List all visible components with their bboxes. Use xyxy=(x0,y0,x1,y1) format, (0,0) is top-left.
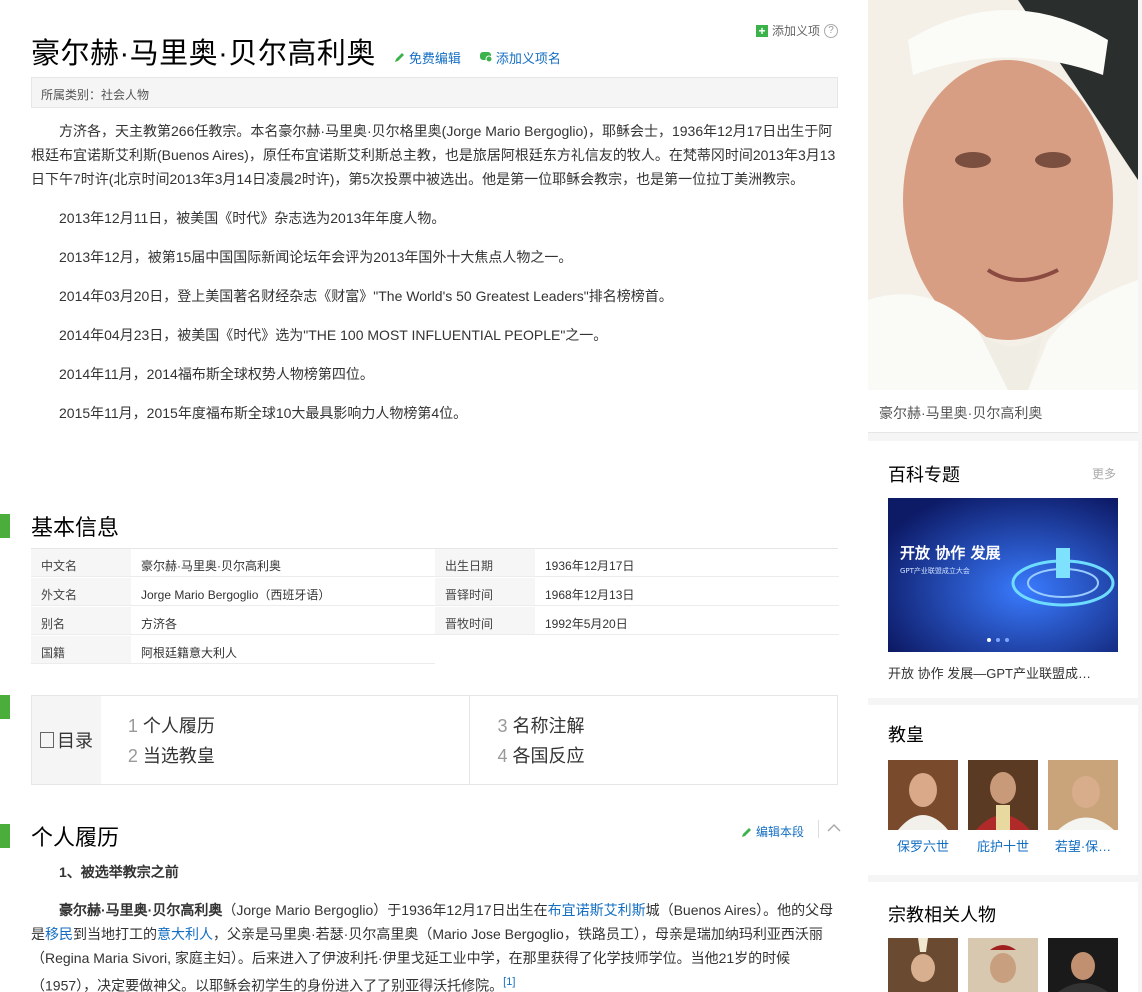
link-immigrant[interactable]: 移民 xyxy=(45,926,73,942)
info-value: 豪尔赫·马里奥·贝尔高利奥 xyxy=(131,549,435,577)
info-key: 晋铎时间 xyxy=(435,578,535,606)
toc-number: 1 xyxy=(127,716,138,736)
help-icon[interactable]: ? xyxy=(824,23,838,38)
info-row: 中文名 豪尔赫·马里奥·贝尔高利奥 出生日期 1936年12月17日 xyxy=(31,549,839,578)
add-name-link[interactable]: 添加义项名 xyxy=(479,48,561,67)
text-span: （Jorge Mario Bergoglio）于1936年12月17日出生在 xyxy=(222,902,548,918)
info-value: 方济各 xyxy=(131,607,435,635)
info-key: 国籍 xyxy=(31,636,131,664)
category-bar: 所属类别：社会人物 xyxy=(31,77,838,108)
subsection-title: 1、被选举教宗之前 xyxy=(59,864,179,880)
more-link[interactable]: 更多 xyxy=(1092,465,1116,482)
info-key: 晋牧时间 xyxy=(435,607,535,635)
main-content: 豪尔赫·马里奥·贝尔高利奥 免费编辑 添加义项名 + 添加义项 ? 所属类别：社… xyxy=(0,0,860,992)
pope-name[interactable]: 保罗六世 xyxy=(888,836,958,855)
section-title: 个人履历 xyxy=(31,825,120,850)
summary-item: 2013年12月11日，被美国《时代》杂志选为2013年年度人物。 xyxy=(59,210,446,226)
person-name: 豪尔赫·马里奥·贝尔高利奥 xyxy=(59,902,223,918)
table-of-contents: 目录 1 个人履历 2 当选教皇 3 名称注解 4 各国反应 xyxy=(31,695,838,785)
summary-lead: 方济各，天主教第266任教宗。本名豪尔赫·马里奥·贝尔格里奥(Jorge Mar… xyxy=(31,123,836,187)
citation-link[interactable]: [1] xyxy=(503,976,515,988)
toc-accent-bar xyxy=(0,695,10,719)
info-value: 1992年5月20日 xyxy=(535,607,839,635)
summary-item: 2014年11月，2014福布斯全球权势人物榜第四位。 xyxy=(59,366,374,382)
banner-headline: 开放 协作 发展 xyxy=(900,544,1000,562)
info-value: 1968年12月13日 xyxy=(535,578,839,606)
add-sense-link[interactable]: + 添加义项 ? xyxy=(755,22,838,39)
pope-name[interactable]: 若望·保… xyxy=(1048,836,1118,855)
panel-title: 百科专题 xyxy=(888,465,960,485)
career-paragraph: 豪尔赫·马里奥·贝尔高利奥（Jorge Mario Bergoglio）于193… xyxy=(31,898,838,992)
pope-name[interactable]: 庇护十世 xyxy=(968,836,1038,855)
text-span: 到当地打工的 xyxy=(73,926,157,942)
plus-icon: + xyxy=(755,24,768,37)
summary-item: 2013年12月，被第15届中国国际新闻论坛年会评为2013年国外十大焦点人物之… xyxy=(59,249,573,265)
page-title: 豪尔赫·马里奥·贝尔高利奥 xyxy=(31,38,376,70)
section-accent-bar xyxy=(0,514,10,538)
pencil-icon xyxy=(741,827,751,837)
toc-column: 1 个人履历 2 当选教皇 xyxy=(101,696,470,784)
info-value: 1936年12月17日 xyxy=(535,549,839,577)
toc-number: 2 xyxy=(127,746,138,766)
panel-title: 教皇 xyxy=(888,725,924,745)
section-title: 基本信息 xyxy=(31,515,120,540)
basic-info-table: 中文名 豪尔赫·马里奥·贝尔高利奥 出生日期 1936年12月17日 外文名 Jorg… xyxy=(31,548,839,665)
basic-info-heading: 基本信息 xyxy=(0,510,119,542)
info-key: 外文名 xyxy=(31,578,131,606)
free-edit-link[interactable]: 免费编辑 xyxy=(394,48,461,67)
link-buenos-aires[interactable]: 布宜诺斯艾利斯 xyxy=(548,902,646,918)
toc-item[interactable]: 3 名称注解 xyxy=(497,711,810,741)
edit-section-label: 编辑本段 xyxy=(755,825,804,839)
edit-section-link[interactable]: 编辑本段 xyxy=(741,823,804,840)
add-sense-label: 添加义项 xyxy=(771,24,820,38)
toc-item-label: 名称注解 xyxy=(512,716,585,736)
toc-number: 4 xyxy=(497,746,508,766)
title-row: 豪尔赫·马里奥·贝尔高利奥 免费编辑 添加义项名 xyxy=(31,30,561,72)
toc-label: 目录 xyxy=(32,696,101,784)
info-row: 国籍 阿根廷籍意大利人 xyxy=(31,636,838,665)
toc-item-label: 各国反应 xyxy=(512,746,585,766)
link-italian[interactable]: 意大利人 xyxy=(157,926,213,942)
info-row: 外文名 Jorge Mario Bergoglio（西班牙语） 晋铎时间 1968年… xyxy=(31,578,839,607)
add-name-label: 添加义项名 xyxy=(495,50,561,66)
chat-icon xyxy=(479,52,493,63)
pencil-icon xyxy=(394,53,404,62)
banner-subline: GPT产业联盟成立大会 xyxy=(900,566,970,575)
info-value: 阿根廷籍意大利人 xyxy=(131,636,435,664)
info-row: 别名 方济各 晋牧时间 1992年5月20日 xyxy=(31,607,839,636)
info-key: 别名 xyxy=(31,607,131,635)
summary-item: 2015年11月，2015年度福布斯全球10大最具影响力人物榜第4位。 xyxy=(59,405,468,421)
free-edit-label: 免费编辑 xyxy=(408,50,461,66)
sidebar: 豪尔赫·马里奥·贝尔高利奥 百科专题 更多 开放 协作 发展 GPT产业联盟成立… xyxy=(868,0,1142,992)
toc-item[interactable]: 2 当选教皇 xyxy=(128,741,443,771)
pope-thumb[interactable] xyxy=(888,760,958,830)
chevron-up-icon[interactable] xyxy=(818,820,841,838)
toc-label-text: 目录 xyxy=(56,731,93,751)
topic-banner[interactable]: 开放 协作 发展 GPT产业联盟成立大会 xyxy=(888,498,1118,652)
related-thumb[interactable] xyxy=(968,938,1038,992)
career-heading: 个人履历 xyxy=(0,820,119,852)
info-value: Jorge Mario Bergoglio（西班牙语） xyxy=(131,578,435,606)
summary-item: 2014年04月23日，被美国《时代》选为"THE 100 MOST INFLU… xyxy=(59,327,608,343)
summary-item: 2014年03月20日，登上美国著名财经杂志《财富》"The World's 5… xyxy=(59,288,673,304)
panel-title: 宗教相关人物 xyxy=(888,905,996,925)
portrait-image[interactable] xyxy=(868,0,1138,390)
document-icon xyxy=(39,732,54,748)
related-thumb[interactable] xyxy=(1048,938,1118,992)
related-thumb[interactable] xyxy=(888,938,958,992)
section-accent-bar xyxy=(0,824,10,848)
info-key: 出生日期 xyxy=(435,549,535,577)
pope-thumb[interactable] xyxy=(968,760,1038,830)
portrait-caption: 豪尔赫·马里奥·贝尔高利奥 xyxy=(868,390,1138,433)
toc-item-label: 当选教皇 xyxy=(142,746,215,766)
pope-thumb[interactable] xyxy=(1048,760,1118,830)
toc-column: 3 名称注解 4 各国反应 xyxy=(469,696,837,784)
toc-item[interactable]: 4 各国反应 xyxy=(497,741,810,771)
summary: 方济各，天主教第266任教宗。本名豪尔赫·马里奥·贝尔格里奥(Jorge Mar… xyxy=(31,119,838,440)
banner-caption[interactable]: 开放 协作 发展—GPT产业联盟成… xyxy=(888,663,1118,682)
toc-item[interactable]: 1 个人履历 xyxy=(128,711,443,741)
toc-number: 3 xyxy=(497,716,508,736)
toc-item-label: 个人履历 xyxy=(142,716,215,736)
info-key: 中文名 xyxy=(31,549,131,577)
